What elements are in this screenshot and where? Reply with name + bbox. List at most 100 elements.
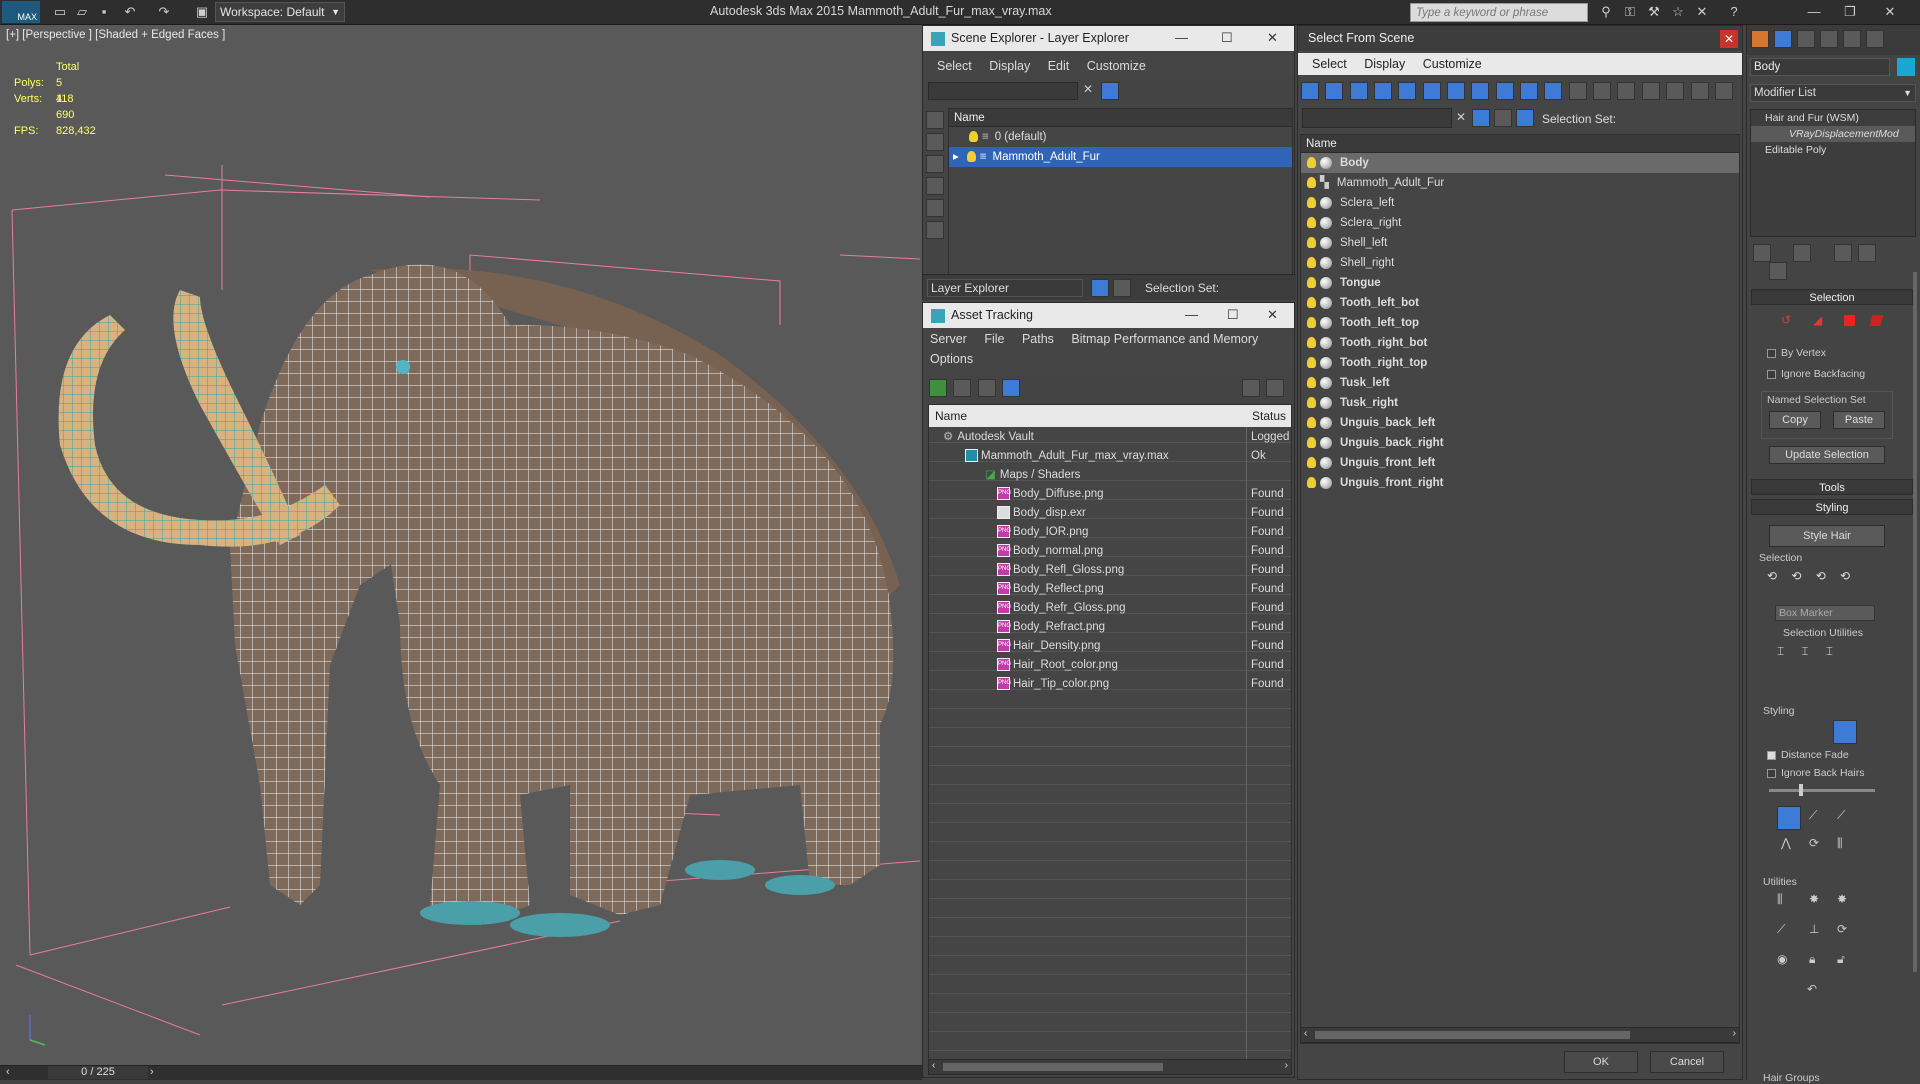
- undo-styling-icon[interactable]: ↶: [1807, 982, 1817, 996]
- display-bones-icon[interactable]: [1495, 82, 1514, 100]
- paste-button[interactable]: Paste: [1833, 411, 1885, 429]
- display-cameras-icon[interactable]: [926, 199, 944, 217]
- distance-fade-checkbox[interactable]: Distance Fade: [1767, 749, 1849, 761]
- object-row[interactable]: Tooth_left_top: [1301, 313, 1739, 333]
- col-name-header[interactable]: Name: [935, 409, 967, 423]
- scroll-right-icon[interactable]: ›: [1285, 1060, 1288, 1071]
- hair-brush-icon[interactable]: [1779, 722, 1797, 740]
- light-bulb-icon[interactable]: [1307, 217, 1316, 229]
- copy-button[interactable]: Copy: [1769, 411, 1821, 429]
- minimize-icon[interactable]: —: [1804, 3, 1824, 21]
- asset-row[interactable]: PNG Body_normal.png Found: [929, 542, 1291, 561]
- menu-bitmap-performance[interactable]: Bitmap Performance and Memory: [1071, 332, 1258, 346]
- scene-search-input[interactable]: [1302, 108, 1452, 128]
- object-row[interactable]: Unguis_back_right: [1301, 433, 1739, 453]
- display-containers-icon[interactable]: [1520, 82, 1539, 100]
- light-bulb-icon[interactable]: [966, 151, 976, 163]
- display-helpers-icon[interactable]: [926, 221, 944, 239]
- col-status-header[interactable]: Status: [1252, 409, 1286, 423]
- filter-options-icon[interactable]: [1121, 82, 1139, 100]
- object-name-field[interactable]: Body: [1750, 58, 1890, 76]
- object-row[interactable]: Tooth_left_bot: [1301, 293, 1739, 313]
- light-bulb-icon[interactable]: [1307, 337, 1316, 349]
- select-hair-icon[interactable]: ⟲: [1767, 569, 1785, 587]
- update-selection-button[interactable]: Update Selection: [1769, 446, 1885, 464]
- display-shapes-icon[interactable]: [926, 155, 944, 173]
- object-row[interactable]: Sclera_right: [1301, 213, 1739, 233]
- display-spacewarps-icon[interactable]: [1422, 82, 1441, 100]
- modifier-list-dropdown[interactable]: Modifier List ▼: [1750, 84, 1916, 102]
- object-col-name[interactable]: Name: [1301, 135, 1739, 153]
- guides-icon[interactable]: ↺: [1781, 313, 1791, 327]
- display-tab-icon[interactable]: [1843, 30, 1861, 48]
- vault-icon[interactable]: [1266, 379, 1284, 397]
- box-marker-dropdown[interactable]: Box Marker: [1775, 605, 1875, 621]
- display-helpers-icon[interactable]: [1398, 82, 1417, 100]
- pin-stack-icon[interactable]: [1753, 244, 1771, 262]
- make-unique-icon[interactable]: [1833, 244, 1852, 262]
- pop-selected-icon[interactable]: ✸: [1809, 892, 1819, 906]
- display-shapes-icon[interactable]: [1325, 82, 1344, 100]
- remove-modifier-icon[interactable]: [1858, 244, 1877, 262]
- scroll-left-icon[interactable]: ‹: [932, 1060, 935, 1071]
- help-icon[interactable]: [1242, 379, 1260, 397]
- slider-handle[interactable]: [1799, 784, 1803, 796]
- perspective-viewport[interactable]: [+] [Perspective ] [Shaded + Edged Faces…: [0, 25, 922, 1065]
- clear-search-icon[interactable]: ✕: [1456, 110, 1466, 124]
- light-bulb-icon[interactable]: [1307, 277, 1316, 289]
- object-row[interactable]: Unguis_back_left: [1301, 413, 1739, 433]
- show-end-result-icon[interactable]: [1793, 244, 1812, 262]
- workspace-dropdown[interactable]: Workspace: Default ▼: [215, 2, 345, 22]
- scroll-left-icon[interactable]: ‹: [1304, 1028, 1307, 1039]
- light-bulb-icon[interactable]: [1307, 377, 1316, 389]
- maximize-icon[interactable]: ☐: [1221, 30, 1233, 46]
- modifier-stack-item[interactable]: Editable Poly: [1751, 142, 1915, 158]
- polygon-icon[interactable]: [1844, 315, 1855, 326]
- display-cameras-icon[interactable]: [1374, 82, 1393, 100]
- comb-icon[interactable]: ⊥: [1809, 922, 1819, 936]
- search-input[interactable]: Type a keyword or phrase: [1410, 3, 1588, 22]
- hierarchy-tab-icon[interactable]: [1797, 30, 1815, 48]
- display-geometry-icon[interactable]: [1301, 82, 1319, 100]
- menu-paths[interactable]: Paths: [1022, 332, 1054, 346]
- menu-edit[interactable]: Edit: [1048, 59, 1070, 73]
- by-vertex-checkbox[interactable]: By Vertex: [1767, 347, 1826, 359]
- light-bulb-icon[interactable]: [1307, 397, 1316, 409]
- lock-icon[interactable]: 🔒︎: [1809, 952, 1815, 967]
- object-row[interactable]: Tusk_right: [1301, 393, 1739, 413]
- light-bulb-icon[interactable]: [1307, 477, 1316, 489]
- scale-tool-icon[interactable]: ⫼: [1837, 836, 1843, 851]
- light-bulb-icon[interactable]: [1307, 457, 1316, 469]
- display-lights-icon[interactable]: [926, 177, 944, 195]
- layer-row[interactable]: ≡ 0 (default): [949, 127, 1292, 147]
- stand-tool-icon[interactable]: ⟋: [1809, 808, 1817, 823]
- object-row[interactable]: ▚ Mammoth_Adult_Fur: [1301, 173, 1739, 193]
- select-invert-icon[interactable]: [1641, 82, 1660, 100]
- object-row[interactable]: Shell_left: [1301, 233, 1739, 253]
- project-folder-icon[interactable]: ▣: [192, 3, 212, 21]
- horizontal-scrollbar[interactable]: ‹ ›: [1300, 1027, 1740, 1043]
- light-bulb-icon[interactable]: [1307, 437, 1316, 449]
- select-tool-icon[interactable]: [1833, 720, 1857, 744]
- horizontal-scrollbar[interactable]: ‹ ›: [928, 1059, 1292, 1075]
- open-file-icon[interactable]: ▱: [72, 3, 92, 21]
- style-hair-button[interactable]: Style Hair: [1769, 525, 1885, 547]
- light-bulb-icon[interactable]: [1307, 197, 1316, 209]
- hierarchy-icon[interactable]: [1113, 279, 1131, 297]
- new-file-icon[interactable]: ▭: [50, 3, 70, 21]
- close-icon[interactable]: ✕: [1267, 307, 1278, 323]
- ignore-backfacing-checkbox[interactable]: Ignore Backfacing: [1767, 368, 1865, 380]
- menu-file[interactable]: File: [984, 332, 1004, 346]
- select-all-icon[interactable]: [1593, 82, 1612, 100]
- app-logo[interactable]: MAX: [2, 1, 40, 23]
- save-file-icon[interactable]: ▪: [94, 3, 114, 21]
- display-lights-icon[interactable]: [1349, 82, 1368, 100]
- light-bulb-icon[interactable]: [1307, 417, 1316, 429]
- close-search-icon[interactable]: ✕: [1692, 3, 1712, 21]
- motion-tab-icon[interactable]: [1820, 30, 1838, 48]
- ok-button[interactable]: OK: [1564, 1051, 1638, 1073]
- object-row[interactable]: Tooth_right_bot: [1301, 333, 1739, 353]
- element-icon[interactable]: [1869, 315, 1884, 326]
- utilities-tab-icon[interactable]: [1866, 30, 1884, 48]
- selection-set-icon[interactable]: [1516, 109, 1534, 127]
